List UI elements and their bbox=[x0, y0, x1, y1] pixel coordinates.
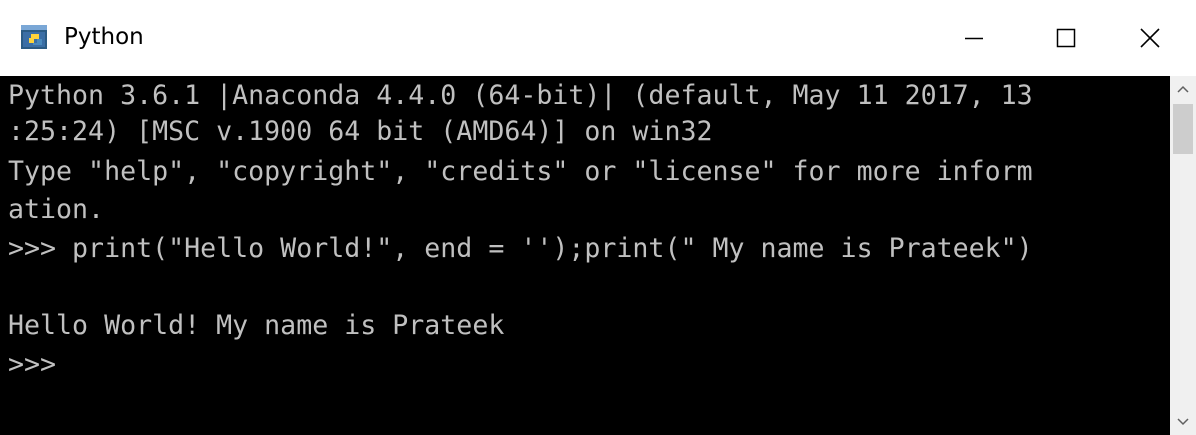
title-bar[interactable]: Python bbox=[0, 0, 1196, 76]
console-line: >>> print("Hello World!", end = '');prin… bbox=[8, 233, 1033, 264]
console-line: Hello World! My name is Prateek bbox=[8, 310, 505, 341]
console-prompt[interactable]: >>> bbox=[8, 347, 56, 383]
python-console-icon bbox=[21, 25, 47, 49]
console-output[interactable]: Python 3.6.1 |Anaconda 4.4.0 (64-bit)| (… bbox=[0, 76, 1170, 435]
vertical-scrollbar[interactable] bbox=[1170, 76, 1196, 435]
minimize-icon bbox=[965, 37, 983, 40]
close-button[interactable] bbox=[1104, 0, 1196, 76]
scrollbar-thumb[interactable] bbox=[1173, 104, 1193, 154]
maximize-icon bbox=[1056, 28, 1076, 48]
python-console-window: Python Python 3.6.1 |Anaconda 4.4.0 (64-… bbox=[0, 0, 1196, 435]
window-title: Python bbox=[64, 24, 144, 50]
console-line: Python 3.6.1 |Anaconda 4.4.0 (64-bit)| (… bbox=[8, 80, 1033, 111]
scroll-down-button[interactable] bbox=[1170, 409, 1196, 435]
close-icon bbox=[1140, 28, 1160, 48]
chevron-up-icon bbox=[1177, 85, 1189, 93]
maximize-button[interactable] bbox=[1020, 0, 1112, 76]
minimize-button[interactable] bbox=[928, 0, 1020, 76]
console-line: Type "help", "copyright", "credits" or "… bbox=[8, 156, 1033, 187]
scroll-up-button[interactable] bbox=[1170, 76, 1196, 102]
chevron-down-icon bbox=[1177, 418, 1189, 426]
console-line: ation. bbox=[8, 194, 105, 225]
console-line: :25:24) [MSC v.1900 64 bit (AMD64)] on w… bbox=[8, 116, 713, 147]
